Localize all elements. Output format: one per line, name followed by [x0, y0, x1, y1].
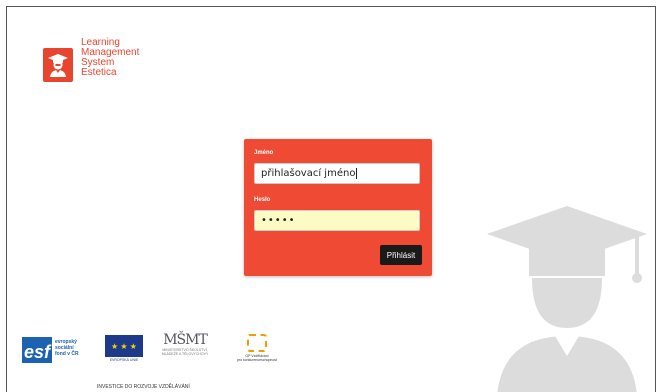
msmt-caption: MINISTERSTVO ŠKOLSTVÍ, MLÁDEŽE A TĚLOVÝC… — [157, 348, 213, 356]
username-value: přihlašovací jméno — [261, 168, 356, 179]
op-vk-caption: OP Vzdělávání pro konkurenceschopnost — [232, 354, 282, 362]
eu-logo[interactable]: ★ ★ ★ EVROPSKÁ UNIE — [105, 335, 143, 363]
text-caret — [356, 168, 358, 179]
password-input[interactable]: ••••• — [254, 210, 420, 231]
msmt-caption-line: MLÁDEŽE A TĚLOVÝCHOVY — [161, 352, 209, 356]
login-form: Jméno přihlašovací jméno Heslo ••••• Při… — [244, 139, 432, 276]
msmt-logo[interactable]: MŠMT MINISTERSTVO ŠKOLSTVÍ, MLÁDEŽE A TĚ… — [157, 332, 213, 364]
username-label: Jméno — [254, 150, 274, 156]
graduate-icon — [43, 48, 73, 82]
username-input[interactable]: přihlašovací jméno — [254, 163, 420, 184]
op-vk-icon — [247, 334, 267, 352]
app-name: Learning Management System Estetica — [81, 38, 139, 78]
password-value: ••••• — [261, 215, 296, 226]
login-button[interactable]: Přihlásit — [380, 245, 422, 265]
eu-flag-icon: ★ ★ ★ — [105, 335, 143, 357]
op-vk-logo[interactable]: OP Vzdělávání pro konkurenceschopnost — [232, 334, 282, 364]
esf-text: evropský sociální fond v ČR — [55, 339, 79, 357]
app-logo[interactable]: Learning Management System Estetica — [43, 38, 139, 82]
esf-logo[interactable]: esf evropský sociální fond v ČR — [22, 337, 97, 363]
graduate-silhouette-icon — [487, 206, 647, 392]
password-label: Heslo — [254, 197, 271, 203]
esf-text-line: fond v ČR — [55, 351, 79, 357]
eu-caption: EVROPSKÁ UNIE — [109, 358, 139, 362]
op-vk-caption-line: pro konkurenceschopnost — [236, 358, 278, 362]
esf-mark: esf — [22, 337, 52, 363]
logo-line: Estetica — [81, 67, 117, 78]
investice-text: INVESTICE DO ROZVOJE VZDĚLÁVÁNÍ — [97, 384, 190, 390]
msmt-mark: MŠMT — [163, 332, 208, 348]
page-frame: Learning Management System Estetica Jmén… — [6, 6, 656, 392]
